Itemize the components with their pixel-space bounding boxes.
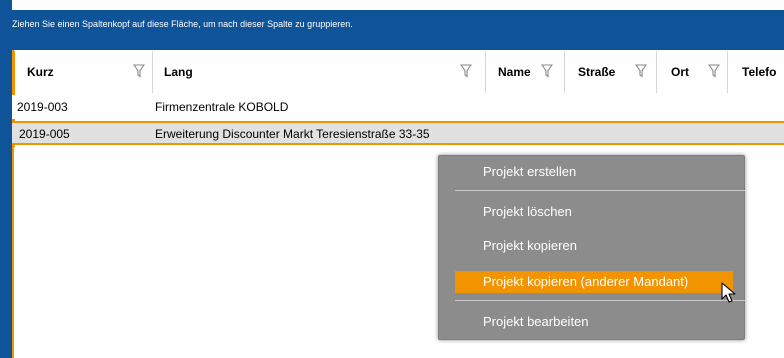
column-header-telefon[interactable]: Telefo — [728, 51, 784, 93]
filter-icon[interactable] — [460, 64, 472, 78]
project-grid-window: Ziehen Sie einen Spaltenkopf auf diese F… — [0, 0, 784, 358]
column-header-label: Telefo — [742, 65, 777, 79]
context-menu: Projekt erstellen Projekt löschen Projek… — [438, 155, 745, 340]
left-rail — [0, 0, 12, 358]
column-header-lang[interactable]: Lang — [153, 51, 486, 93]
column-header-name[interactable]: Name — [486, 51, 565, 93]
cell-lang: Erweiterung Discounter Markt Teresienstr… — [155, 127, 430, 141]
menu-item-projekt-erstellen[interactable]: Projekt erstellen — [455, 161, 733, 183]
column-header-label: Lang — [164, 65, 193, 79]
menu-item-projekt-bearbeiten[interactable]: Projekt bearbeiten — [455, 311, 733, 333]
column-header-label: Ort — [671, 65, 689, 79]
column-header-kurz[interactable]: Kurz — [12, 51, 153, 93]
filter-icon[interactable] — [635, 64, 647, 78]
group-by-hint: Ziehen Sie einen Spaltenkopf auf diese F… — [12, 19, 353, 29]
group-by-panel[interactable] — [12, 10, 784, 50]
filter-icon[interactable] — [133, 64, 145, 78]
column-header-label: Kurz — [27, 65, 54, 79]
menu-separator — [455, 190, 745, 191]
menu-item-projekt-kopieren[interactable]: Projekt kopieren — [455, 235, 733, 257]
filter-icon[interactable] — [541, 64, 553, 78]
table-row[interactable]: 2019-003 Firmenzentrale KOBOLD — [12, 95, 784, 119]
table-row-selected[interactable]: 2019-005 Erweiterung Discounter Markt Te… — [12, 121, 784, 145]
filter-icon[interactable] — [708, 64, 720, 78]
cell-kurz: 2019-003 — [17, 100, 68, 114]
column-header-ort[interactable]: Ort — [657, 51, 728, 93]
cell-kurz: 2019-005 — [19, 127, 70, 141]
arrow-pointer-icon — [721, 282, 736, 303]
menu-item-projekt-loeschen[interactable]: Projekt löschen — [455, 201, 733, 223]
menu-separator — [455, 300, 745, 301]
column-header-strasse[interactable]: Straße — [565, 51, 657, 93]
column-header-label: Straße — [578, 65, 616, 79]
cell-lang: Firmenzentrale KOBOLD — [155, 100, 289, 114]
menu-item-projekt-kopieren-anderer-mandant[interactable]: Projekt kopieren (anderer Mandant) — [455, 271, 733, 293]
top-strip — [0, 0, 784, 10]
column-header-label: Name — [498, 65, 531, 79]
grid-header-row: Kurz Lang Name Straße Ort Telefo — [12, 51, 784, 93]
